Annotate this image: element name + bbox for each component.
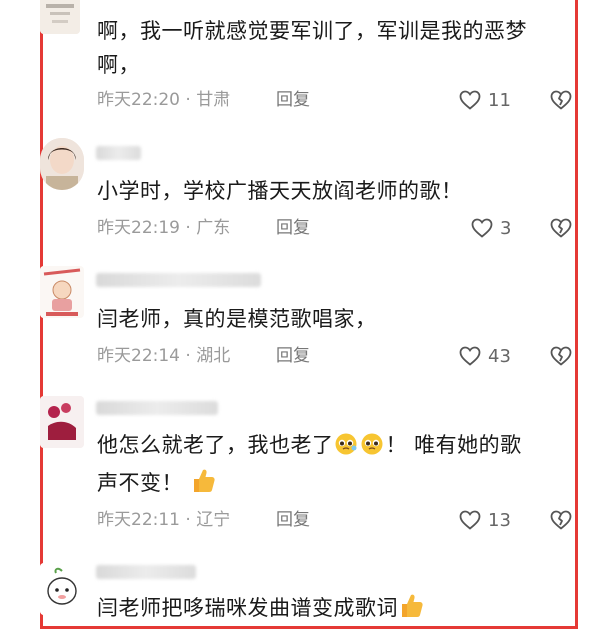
comment-text: 他怎么就老了，我也老了！ 唯有她的歌 声不变！ — [97, 428, 567, 504]
heart-outline-icon — [459, 346, 481, 366]
like-count: 3 — [500, 217, 512, 239]
comment-location: 辽宁 — [196, 510, 231, 530]
comment-meta: 昨天22:20 · 甘肃 — [97, 90, 231, 110]
avatar[interactable] — [40, 563, 84, 615]
comment-location: 湖北 — [196, 346, 231, 366]
comment-text: 闫老师把哆瑞咪发曲谱变成歌词 — [97, 591, 567, 629]
like-button[interactable]: 3 — [470, 215, 511, 241]
avatar[interactable] — [40, 266, 84, 318]
broken-heart-icon[interactable] — [549, 344, 573, 368]
reply-button[interactable]: 回复 — [276, 507, 310, 533]
like-count: 11 — [488, 89, 511, 111]
username-blurred[interactable] — [96, 565, 196, 579]
like-button[interactable]: 43 — [458, 343, 511, 369]
username-blurred[interactable] — [96, 401, 218, 415]
comment-meta: 昨天22:19 · 广东 — [97, 218, 231, 238]
thumbs-up-emoji — [398, 591, 424, 629]
like-count: 13 — [488, 509, 511, 531]
avatar[interactable] — [40, 138, 84, 190]
pleading-face-emoji — [360, 432, 386, 466]
reply-button[interactable]: 回复 — [276, 215, 310, 241]
username-blurred[interactable] — [96, 273, 261, 287]
like-button[interactable]: 11 — [458, 87, 511, 113]
username-blurred[interactable] — [96, 146, 141, 160]
comment-meta: 昨天22:14 · 湖北 — [97, 346, 231, 366]
heart-outline-icon — [459, 510, 481, 530]
heart-outline-icon — [459, 90, 481, 110]
like-button[interactable]: 13 — [458, 507, 511, 533]
like-count: 43 — [488, 345, 511, 367]
avatar[interactable] — [40, 0, 80, 34]
broken-heart-icon[interactable] — [549, 508, 573, 532]
thumbs-up-emoji — [190, 466, 216, 504]
comment-location: 广东 — [196, 218, 231, 238]
heart-outline-icon — [471, 218, 493, 238]
broken-heart-icon[interactable] — [549, 88, 573, 112]
comment-time: 昨天22:20 — [97, 90, 180, 110]
broken-heart-icon[interactable] — [549, 216, 573, 240]
comment-time: 昨天22:14 — [97, 346, 180, 366]
comment-location: 甘肃 — [196, 90, 231, 110]
comment-time: 昨天22:19 — [97, 218, 180, 238]
comment-text: 啊，我一听就感觉要军训了，军训是我的恶梦 啊， — [97, 19, 527, 77]
comment-time: 昨天22:11 — [97, 510, 180, 530]
reply-button[interactable]: 回复 — [276, 87, 310, 113]
avatar[interactable] — [40, 396, 84, 448]
reply-button[interactable]: 回复 — [276, 343, 310, 369]
comment-text: 小学时，学校广播天天放阎老师的歌！ — [97, 179, 463, 203]
comment-meta: 昨天22:11 · 辽宁 — [97, 510, 231, 530]
comment-text: 闫老师，真的是模范歌唱家， — [97, 307, 377, 331]
pleading-face-emoji — [334, 432, 360, 466]
